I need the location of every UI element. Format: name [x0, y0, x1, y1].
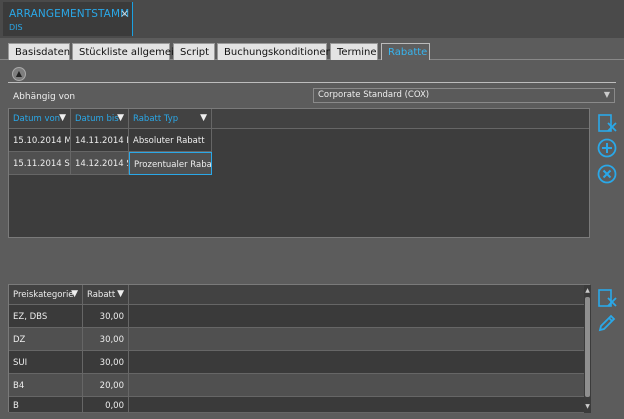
- column-header-rabatt[interactable]: Rabatt ▼: [83, 285, 129, 305]
- abhaengig-select[interactable]: Corporate Standard (COX) ▼: [313, 88, 615, 103]
- column-header-preiskategorie[interactable]: Preiskategorie ▼: [9, 285, 83, 305]
- tab-termine[interactable]: Termine: [330, 43, 378, 60]
- tab-script[interactable]: Script: [173, 43, 215, 60]
- document-subtitle: DIS: [9, 23, 23, 32]
- document-tab[interactable]: ARRANGEMENTSTAMM × DIS: [3, 2, 133, 36]
- table-cell[interactable]: Absoluter Rabatt: [129, 129, 212, 152]
- abhaengig-label: Abhängig von: [13, 92, 76, 102]
- table-cell[interactable]: SUI: [9, 351, 83, 374]
- tab-stueckliste-allgemein[interactable]: Stückliste allgemein: [72, 43, 180, 60]
- table-cell[interactable]: EZ, DBS: [9, 305, 83, 328]
- clear-filter-icon[interactable]: [596, 287, 618, 309]
- column-header-datum-von[interactable]: Datum von ▼: [9, 109, 71, 129]
- table-cell[interactable]: B: [9, 397, 83, 413]
- filter-icon[interactable]: ▼: [200, 113, 207, 123]
- table-cell[interactable]: 30,00: [83, 351, 129, 374]
- tab-bar: Basisdaten Stückliste allgemein Script B…: [0, 38, 624, 60]
- table-row-fill: [129, 351, 584, 374]
- remove-icon[interactable]: [596, 163, 618, 185]
- table-cell[interactable]: 0,00: [83, 397, 129, 413]
- window-header: ARRANGEMENTSTAMM × DIS: [0, 0, 624, 38]
- column-header-empty: [129, 285, 584, 305]
- column-header-empty: [212, 109, 589, 129]
- edit-icon[interactable]: [596, 312, 618, 334]
- abhaengig-value: Corporate Standard (COX): [318, 90, 430, 100]
- column-header-datum-bis[interactable]: Datum bis ▼: [71, 109, 129, 129]
- preiskategorie-grid: Preiskategorie ▼ Rabatt ▼ EZ, DBS 30,00 …: [8, 284, 591, 413]
- table-cell[interactable]: 15.11.2014 Sa: [9, 152, 71, 175]
- tab-buchungskonditionen[interactable]: Buchungskonditionen: [217, 43, 332, 60]
- table-row-fill: [129, 397, 584, 413]
- clear-filter-icon[interactable]: [596, 112, 618, 134]
- table-cell[interactable]: DZ: [9, 328, 83, 351]
- filter-icon[interactable]: ▼: [117, 113, 124, 123]
- filter-icon[interactable]: ▼: [71, 289, 78, 299]
- document-title: ARRANGEMENTSTAMM: [9, 8, 130, 20]
- table-cell[interactable]: B4: [9, 374, 83, 397]
- table-row-fill: [129, 328, 584, 351]
- column-header-rabatt-typ[interactable]: Rabatt Typ ▼: [129, 109, 212, 129]
- table-cell[interactable]: 30,00: [83, 328, 129, 351]
- table-cell[interactable]: 14.12.2014 So: [71, 152, 129, 175]
- filter-icon[interactable]: ▼: [117, 289, 124, 299]
- table-cell-selected[interactable]: Prozentualer Rabatt: [129, 152, 212, 175]
- table-row-fill: [129, 305, 584, 328]
- add-icon[interactable]: [596, 137, 618, 159]
- scroll-down-icon[interactable]: ▼: [584, 403, 591, 410]
- column-header-label: Rabatt: [87, 290, 116, 300]
- column-header-label: Preiskategorie: [13, 290, 74, 300]
- table-cell[interactable]: 14.11.2014 Fr: [71, 129, 129, 152]
- table-cell[interactable]: 15.10.2014 Mi: [9, 129, 71, 152]
- close-icon[interactable]: ×: [120, 7, 129, 20]
- collapse-up-icon[interactable]: ▲: [12, 67, 26, 81]
- chevron-down-icon: ▼: [603, 90, 610, 99]
- tab-rabatte[interactable]: Rabatte: [381, 43, 430, 60]
- table-cell[interactable]: 30,00: [83, 305, 129, 328]
- table-cell[interactable]: 20,00: [83, 374, 129, 397]
- rabatt-grid: Datum von ▼ Datum bis ▼ Rabatt Typ ▼ 15.…: [8, 108, 590, 238]
- column-header-label: Datum bis: [75, 114, 119, 124]
- scroll-up-icon[interactable]: ▲: [584, 287, 591, 294]
- table-row-fill: [129, 374, 584, 397]
- divider: [8, 82, 616, 83]
- tab-basisdaten[interactable]: Basisdaten: [8, 43, 70, 60]
- filter-icon[interactable]: ▼: [59, 113, 66, 123]
- column-header-label: Rabatt Typ: [133, 114, 179, 124]
- scroll-thumb[interactable]: [585, 297, 590, 397]
- vertical-scrollbar[interactable]: ▲ ▼: [584, 285, 591, 413]
- column-header-label: Datum von: [13, 114, 61, 124]
